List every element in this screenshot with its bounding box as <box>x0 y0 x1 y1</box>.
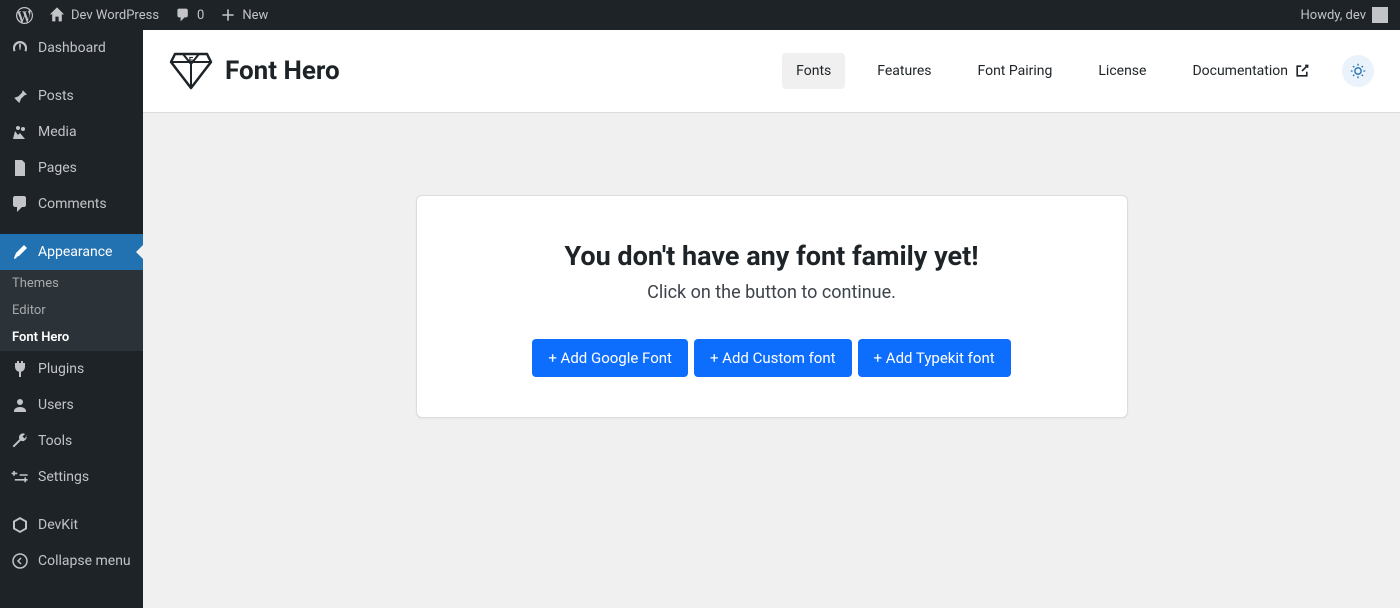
sidebar-label: Dashboard <box>38 40 106 56</box>
wrench-icon <box>10 431 30 451</box>
sidebar-label: Posts <box>38 88 74 104</box>
sidebar-item-media[interactable]: Media <box>0 114 143 150</box>
theme-toggle[interactable] <box>1342 55 1374 87</box>
card-buttons: + Add Google Font + Add Custom font + Ad… <box>457 339 1087 377</box>
tab-features[interactable]: Features <box>863 53 945 89</box>
sidebar-label: Collapse menu <box>38 553 131 569</box>
svg-text:F: F <box>189 56 194 65</box>
avatar <box>1372 7 1388 23</box>
cube-icon <box>10 515 30 535</box>
sidebar-item-appearance[interactable]: Appearance <box>0 234 143 270</box>
dashboard-icon <box>10 38 30 58</box>
comments-item[interactable]: 0 <box>167 0 212 30</box>
collapse-icon <box>10 551 30 571</box>
sidebar-item-pages[interactable]: Pages <box>0 150 143 186</box>
diamond-icon: F <box>169 52 213 90</box>
sidebar-label: Plugins <box>38 361 84 377</box>
appearance-submenu: Themes Editor Font Hero <box>0 270 143 351</box>
brand: F Font Hero <box>169 52 340 90</box>
site-name-item[interactable]: Dev WordPress <box>41 0 167 30</box>
comment-icon <box>175 7 191 23</box>
empty-state-card: You don't have any font family yet! Clic… <box>416 195 1128 418</box>
plus-icon <box>220 7 236 23</box>
pin-icon <box>10 86 30 106</box>
sidebar-label: Media <box>38 124 77 140</box>
app-header: F Font Hero Fonts Features Font Pairing … <box>143 30 1400 113</box>
tab-docs[interactable]: Documentation <box>1178 53 1324 89</box>
sidebar-item-dashboard[interactable]: Dashboard <box>0 30 143 66</box>
site-name-label: Dev WordPress <box>71 8 159 23</box>
new-label: New <box>242 8 268 23</box>
sidebar-item-posts[interactable]: Posts <box>0 78 143 114</box>
sidebar-item-comments[interactable]: Comments <box>0 186 143 222</box>
card-title: You don't have any font family yet! <box>457 240 1087 272</box>
sun-icon <box>1349 62 1367 80</box>
sidebar-label: Comments <box>38 196 107 212</box>
user-icon <box>10 395 30 415</box>
card-subtitle: Click on the button to continue. <box>457 282 1087 303</box>
comments-count: 0 <box>197 8 204 23</box>
plugin-icon <box>10 359 30 379</box>
sidebar-item-settings[interactable]: Settings <box>0 459 143 495</box>
howdy-label: Howdy, dev <box>1301 8 1366 23</box>
wp-logo-item[interactable] <box>8 0 41 30</box>
sidebar-label: DevKit <box>38 517 78 533</box>
tab-license[interactable]: License <box>1084 53 1160 89</box>
add-custom-font-button[interactable]: + Add Custom font <box>694 339 852 377</box>
sliders-icon <box>10 467 30 487</box>
main-content: F Font Hero Fonts Features Font Pairing … <box>143 30 1400 608</box>
wordpress-icon <box>16 7 33 24</box>
admin-bar-left: Dev WordPress 0 New <box>8 0 276 30</box>
nav-tabs: Fonts Features Font Pairing License Docu… <box>782 53 1374 89</box>
sidebar-item-devkit[interactable]: DevKit <box>0 507 143 543</box>
external-link-icon <box>1294 63 1310 79</box>
tab-docs-label: Documentation <box>1192 63 1288 79</box>
page-icon <box>10 158 30 178</box>
sidebar-item-tools[interactable]: Tools <box>0 423 143 459</box>
sidebar-item-plugins[interactable]: Plugins <box>0 351 143 387</box>
submenu-fonthero[interactable]: Font Hero <box>0 324 143 351</box>
sidebar-label: Pages <box>38 160 77 176</box>
submenu-themes[interactable]: Themes <box>0 270 143 297</box>
admin-bar-right[interactable]: Howdy, dev <box>1301 7 1392 23</box>
sidebar-label: Users <box>38 397 74 413</box>
add-google-font-button[interactable]: + Add Google Font <box>532 339 688 377</box>
new-item[interactable]: New <box>212 0 276 30</box>
sidebar-label: Tools <box>38 433 72 449</box>
home-icon <box>49 7 65 23</box>
tab-fonts[interactable]: Fonts <box>782 53 845 89</box>
admin-sidebar: Dashboard Posts Media Pages Comments App… <box>0 30 143 608</box>
tab-pairing[interactable]: Font Pairing <box>963 53 1066 89</box>
sidebar-label: Appearance <box>38 244 112 260</box>
sidebar-item-users[interactable]: Users <box>0 387 143 423</box>
admin-bar: Dev WordPress 0 New Howdy, dev <box>0 0 1400 30</box>
sidebar-label: Settings <box>38 469 89 485</box>
sidebar-collapse[interactable]: Collapse menu <box>0 543 143 579</box>
add-typekit-font-button[interactable]: + Add Typekit font <box>858 339 1011 377</box>
brand-name: Font Hero <box>225 56 340 86</box>
media-icon <box>10 122 30 142</box>
submenu-editor[interactable]: Editor <box>0 297 143 324</box>
brush-icon <box>10 242 30 262</box>
comment-icon <box>10 194 30 214</box>
